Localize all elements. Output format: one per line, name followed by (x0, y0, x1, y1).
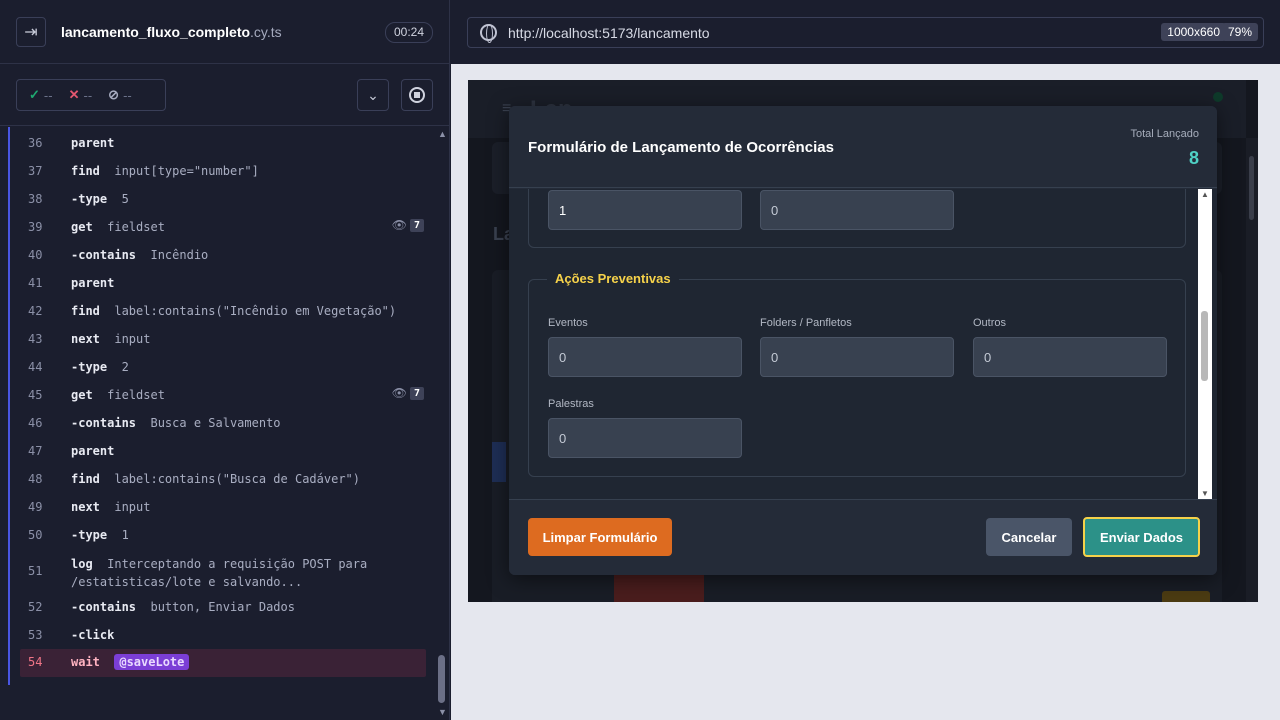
modal-scrollbar[interactable]: ▲ ▼ (1198, 189, 1212, 499)
command-row[interactable]: 52 -contains button, Enviar Dados (20, 600, 426, 618)
command-row[interactable]: 44 -type 2 (20, 360, 426, 378)
notification-badge (1213, 92, 1223, 102)
field-label-outros: Outros (973, 317, 1007, 329)
previous-fieldset (528, 189, 1186, 248)
command-row[interactable]: 48 find label:contains("Busca de Cadáver"… (20, 472, 426, 490)
check-icon: ✓ (29, 87, 40, 102)
scroll-up-icon: ▲ (438, 129, 447, 139)
modal-title: Formulário de Lançamento de Ocorrências (528, 139, 834, 156)
command-row[interactable]: 38 -type 5 (20, 192, 426, 210)
command-scrollbar[interactable]: ▲ ▼ (436, 127, 448, 717)
alias-badge: @saveLote (114, 654, 190, 670)
field-label-eventos: Eventos (548, 317, 588, 329)
command-row[interactable]: 47 parent (20, 444, 426, 462)
spec-duration: 00:24 (385, 22, 434, 43)
preventive-actions-fieldset: Ações Preventivas Eventos Folders / Panf… (528, 271, 1186, 477)
fieldset-legend: Ações Preventivas (547, 271, 679, 286)
test-stats: ✓ -- ✕ -- ⊘ -- (16, 79, 166, 111)
collapse-sidebar-button[interactable]: ⇥ (16, 17, 46, 47)
dropdown-button[interactable]: ⌄ (357, 79, 389, 111)
stop-icon (409, 87, 425, 103)
zoom-badge: 79% (1221, 23, 1258, 41)
element-count-badge: 7 (409, 218, 424, 232)
red-cell (614, 573, 704, 602)
x-icon: ✕ (68, 87, 80, 102)
failed-stat: ✕ -- (68, 87, 93, 103)
command-row[interactable]: 49 next input (20, 500, 426, 518)
chevron-down-icon: ⌄ (367, 86, 379, 103)
url-bar[interactable]: http://localhost:5173/lancamento 1000x66… (467, 17, 1264, 48)
cancel-button[interactable]: Cancelar (986, 518, 1072, 556)
edit-button (1162, 591, 1210, 602)
spec-header: ⇥ lancamento_fluxo_completo.cy.ts 00:24 (0, 0, 450, 64)
element-count-badge: 7 (409, 386, 424, 400)
modal-header: Formulário de Lançamento de Ocorrências … (509, 106, 1217, 188)
highlighted-row (492, 442, 506, 482)
command-log-panel: ⇥ lancamento_fluxo_completo.cy.ts 00:24 … (0, 0, 450, 720)
total-label: Total Lançado (1130, 128, 1200, 140)
app-iframe: ≡ Lan La Formulário de Lançamento de Oco… (468, 80, 1258, 602)
stop-button[interactable] (401, 79, 433, 111)
command-list: 36 parent 37 find input[type="number"] 38-… (8, 127, 428, 685)
outros-input[interactable] (973, 337, 1167, 377)
scroll-down-icon: ▼ (438, 707, 447, 717)
command-row[interactable]: 43 next input (20, 332, 426, 350)
app-scrollbar (1246, 138, 1258, 602)
collapse-arrow-icon: ⇥ (24, 24, 38, 41)
number-input[interactable] (548, 190, 742, 230)
passed-stat: ✓ -- (29, 87, 53, 103)
eye-slash-icon: 👁 (391, 218, 407, 232)
stats-bar: ✓ -- ✕ -- ⊘ -- ⌄ (0, 64, 450, 126)
field-label-folders: Folders / Panfletos (760, 317, 852, 329)
skip-icon: ⊘ (108, 87, 120, 102)
viewport-size-badge: 1000x660 (1161, 23, 1226, 41)
palestras-input[interactable] (548, 418, 742, 458)
url-text: http://localhost:5173/lancamento (508, 25, 710, 41)
globe-icon (480, 24, 497, 43)
app-preview: http://localhost:5173/lancamento 1000x66… (451, 0, 1280, 720)
modal-body: Ações Preventivas Eventos Folders / Panf… (509, 189, 1217, 499)
command-row[interactable]: 45 get fieldset 👁 7 (20, 386, 426, 406)
folders-input[interactable] (760, 337, 954, 377)
scroll-down-icon: ▼ (1201, 489, 1209, 498)
field-label-palestras: Palestras (548, 398, 594, 410)
number-input[interactable] (760, 190, 954, 230)
command-row[interactable]: 37 find input[type="number"] (20, 164, 426, 182)
url-bar-area: http://localhost:5173/lancamento 1000x66… (451, 0, 1280, 64)
command-row[interactable]: 46 -contains Busca e Salvamento (20, 416, 426, 434)
modal-footer: Limpar Formulário Cancelar Enviar Dados (509, 499, 1217, 575)
command-row[interactable]: 41 parent (20, 276, 426, 294)
command-row[interactable]: 53 -click (20, 628, 426, 646)
command-row[interactable]: 42 find label:contains("Incêndio em Veget… (20, 304, 426, 322)
spec-filename: lancamento_fluxo_completo.cy.ts (61, 24, 282, 40)
launch-form-modal: Formulário de Lançamento de Ocorrências … (509, 106, 1217, 575)
send-data-button[interactable]: Enviar Dados (1083, 517, 1200, 557)
eventos-input[interactable] (548, 337, 742, 377)
total-value: 8 (1188, 148, 1199, 168)
pending-stat: ⊘ -- (108, 87, 132, 103)
scroll-up-icon: ▲ (1201, 190, 1209, 199)
command-row-active[interactable]: 54 wait @saveLote (20, 649, 426, 677)
clear-form-button[interactable]: Limpar Formulário (528, 518, 672, 556)
command-row[interactable]: 36 parent (20, 136, 426, 154)
eye-slash-icon: 👁 (391, 386, 407, 400)
command-row[interactable]: 50 -type 1 (20, 528, 426, 546)
command-row[interactable]: 40 -contains Incêndio (20, 248, 426, 266)
command-row[interactable]: 39 get fieldset 👁 7 (20, 218, 426, 238)
command-row[interactable]: 51 log Interceptando a requisição POST pa… (20, 555, 426, 591)
